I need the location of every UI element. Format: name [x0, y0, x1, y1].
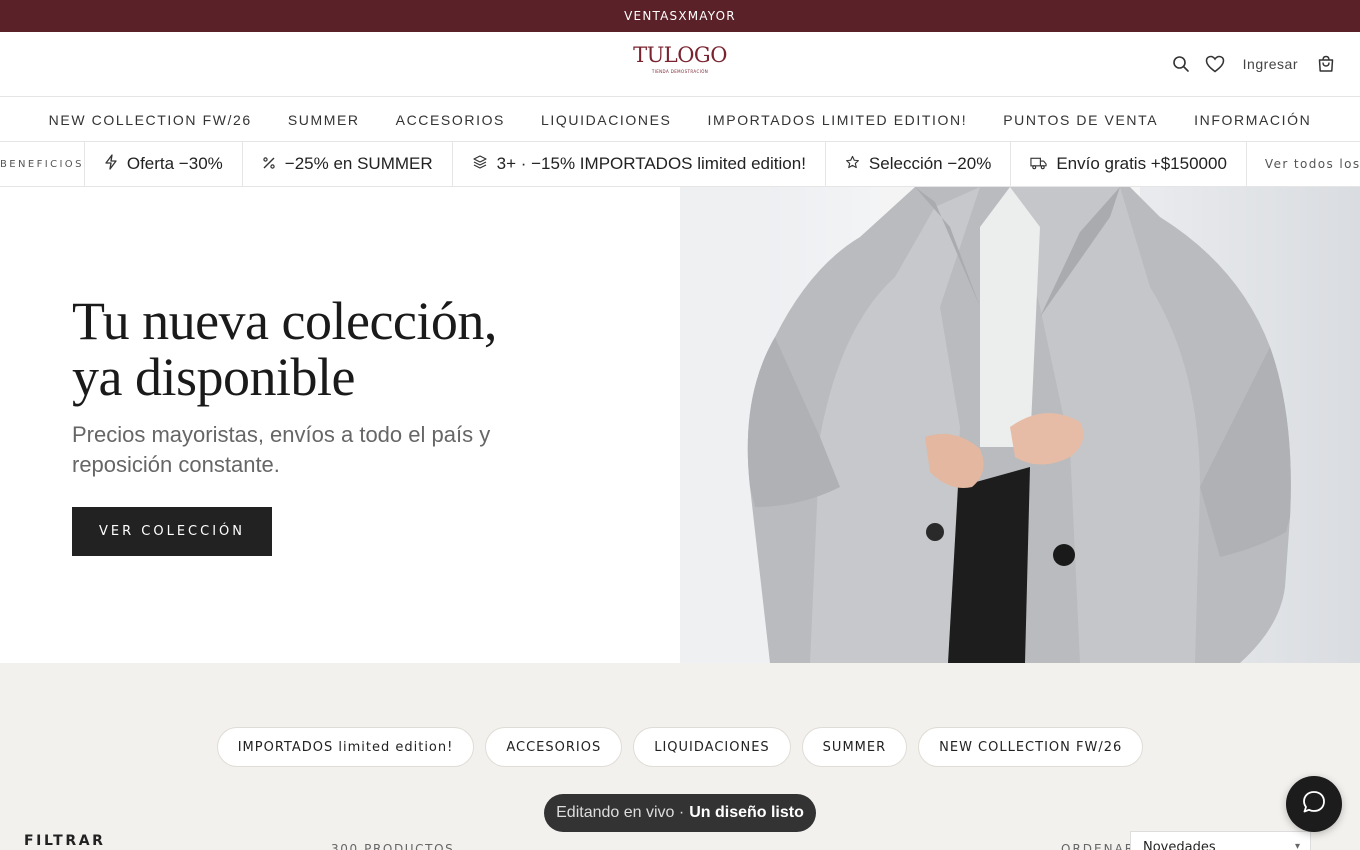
main-nav: NEW COLLECTION FW/26 SUMMER ACCESORIOS L…	[0, 98, 1360, 142]
nav-item-new-collection[interactable]: NEW COLLECTION FW/26	[49, 112, 252, 128]
chat-button[interactable]	[1286, 776, 1342, 832]
cart-icon[interactable]	[1316, 54, 1336, 74]
category-pills: IMPORTADOS limited edition! ACCESORIOS L…	[0, 727, 1360, 767]
benefit-text: Selección −20%	[868, 154, 992, 173]
filter-toggle[interactable]: FILTRAR	[24, 833, 106, 849]
live-editing-highlight: Un diseño listo	[689, 804, 804, 821]
benefits-label: BENEFICIOS	[0, 142, 85, 186]
benefit-item-envio[interactable]: Envío gratis +$150000	[1011, 142, 1247, 186]
hero-title-line-2: ya disponible	[72, 347, 355, 407]
star-icon	[845, 155, 860, 174]
benefit-item-oferta[interactable]: Oferta −30%	[85, 142, 243, 186]
category-pill-importados[interactable]: IMPORTADOS limited edition!	[216, 727, 475, 767]
benefit-text: −25% en SUMMER	[284, 154, 433, 173]
benefit-text: Envío gratis +$150000	[1056, 154, 1227, 173]
live-editing-badge[interactable]: Editando en vivo · Un diseño listo	[544, 794, 816, 832]
hero-title-line-1: Tu nueva colección,	[72, 291, 497, 351]
category-pill-liquidaciones[interactable]: LIQUIDACIONES	[633, 727, 791, 767]
header: TULOGO TIENDA DEMOSTRACIÓN Ingresar	[0, 32, 1360, 97]
nav-item-informacion[interactable]: INFORMACIÓN	[1194, 112, 1311, 128]
truck-icon	[1030, 155, 1047, 174]
category-pill-summer[interactable]: SUMMER	[801, 727, 908, 767]
product-listing-section: IMPORTADOS limited edition! ACCESORIOS L…	[0, 663, 1360, 850]
view-collection-button[interactable]: VER COLECCIÓN	[72, 507, 272, 556]
bolt-icon	[104, 154, 118, 174]
search-icon[interactable]	[1171, 54, 1191, 74]
login-link[interactable]: Ingresar	[1243, 56, 1298, 72]
nav-item-puntos-de-venta[interactable]: PUNTOS DE VENTA	[1003, 112, 1158, 128]
logo-text: TULOGO	[633, 43, 727, 67]
product-count: 300 PRODUCTOS	[331, 842, 455, 850]
heart-icon[interactable]	[1205, 54, 1225, 74]
logo[interactable]: TULOGO TIENDA DEMOSTRACIÓN	[630, 42, 730, 82]
hero-section: Tu nueva colección, ya disponible Precio…	[0, 187, 680, 663]
benefit-item-importados[interactable]: 3+ · −15% IMPORTADOS limited edition!	[453, 142, 826, 186]
sort-label: ORDENAR	[1061, 842, 1136, 850]
hero-title: Tu nueva colección, ya disponible	[72, 293, 497, 405]
announcement-text: VENTASXMAYOR	[624, 9, 736, 23]
category-pill-accesorios[interactable]: ACCESORIOS	[485, 727, 623, 767]
benefit-text: 3+ · −15% IMPORTADOS limited edition!	[496, 154, 806, 173]
sort-select-value: Novedades	[1143, 840, 1216, 850]
layers-icon	[472, 154, 488, 174]
benefit-item-summer[interactable]: −25% en SUMMER	[243, 142, 453, 186]
benefit-item-seleccion[interactable]: Selección −20%	[826, 142, 1012, 186]
category-pill-new-collection[interactable]: NEW COLLECTION FW/26	[918, 727, 1144, 767]
see-all-benefits-link[interactable]: Ver todos los bene	[1247, 142, 1360, 186]
percent-icon	[262, 155, 276, 174]
live-editing-prefix: Editando en vivo ·	[556, 804, 685, 821]
benefits-bar: BENEFICIOS Oferta −30% −25% en SUMMER 3+…	[0, 142, 1360, 187]
announcement-bar: VENTASXMAYOR	[0, 0, 1360, 32]
logo-subtitle: TIENDA DEMOSTRACIÓN	[651, 69, 709, 74]
sort-select[interactable]: Novedades ▾	[1130, 831, 1311, 850]
nav-item-summer[interactable]: SUMMER	[288, 112, 360, 128]
chevron-down-icon: ▾	[1294, 841, 1300, 850]
chat-bubble-icon	[1301, 789, 1327, 819]
nav-item-importados[interactable]: IMPORTADOS LIMITED EDITION!	[708, 112, 968, 128]
hero-subtitle: Precios mayoristas, envíos a todo el paí…	[72, 422, 491, 477]
benefit-text: Oferta −30%	[126, 154, 223, 173]
nav-item-liquidaciones[interactable]: LIQUIDACIONES	[541, 112, 672, 128]
hero-image	[680, 187, 1360, 663]
nav-item-accesorios[interactable]: ACCESORIOS	[396, 112, 505, 128]
header-actions: Ingresar	[1171, 52, 1336, 76]
